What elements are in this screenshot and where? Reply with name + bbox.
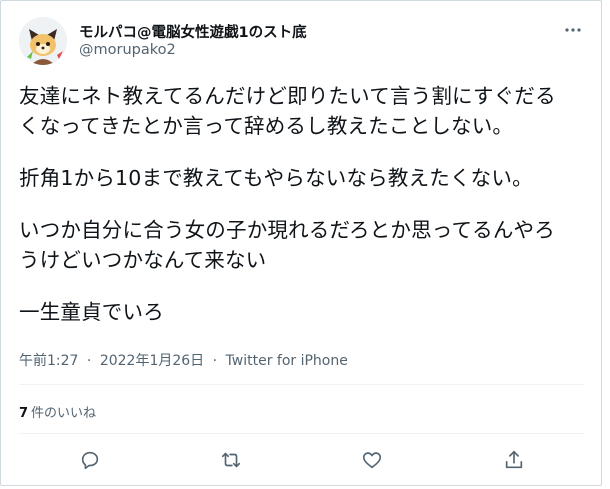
meta-separator: · <box>86 353 92 369</box>
avatar-image <box>19 17 67 65</box>
tweet-text: 友達にネト教えてるんだけど即りたいて言う割にすぐだる くなってきたとか言って辞め… <box>19 81 584 327</box>
tweet-header: モルパコ@電脳女性遊戯1のスト底 @morupako2 <box>19 15 584 65</box>
tweet-text-line: 友達にネト教えてるんだけど即りたいて言う割にすぐだる <box>19 84 556 108</box>
divider <box>19 384 584 385</box>
reply-icon[interactable] <box>77 447 103 473</box>
tweet-text-line: くなってきたとか言って辞めるし教えたことしない。 <box>19 114 514 138</box>
tweet-text-line: うけどいつかなんて来ない <box>19 248 267 272</box>
tweet-text-line: 折角1から10まで教えてもやらないなら教えたくない。 <box>19 166 533 190</box>
share-icon[interactable] <box>501 447 527 473</box>
tweet-meta: 午前1:27 · 2022年1月26日 · Twitter for iPhone <box>19 350 348 370</box>
action-bar <box>1 447 603 477</box>
tweet-text-line: いつか自分に合う女の子か現れるだろとか思ってるんやろ <box>19 218 555 242</box>
retweet-icon[interactable] <box>218 447 244 473</box>
tweet-time[interactable]: 午前1:27 <box>19 353 78 369</box>
likes-summary[interactable]: 7 件のいいね <box>19 402 96 421</box>
tweet-text-blank <box>19 275 584 297</box>
tweet-text-blank <box>19 193 584 215</box>
tweet-date[interactable]: 2022年1月26日 <box>100 353 204 369</box>
display-name[interactable]: モルパコ@電脳女性遊戯1のスト底 <box>79 21 307 42</box>
user-handle[interactable]: @morupako2 <box>79 42 176 58</box>
divider <box>19 433 584 434</box>
tweet-text-line: 一生童貞でいろ <box>19 300 164 324</box>
heart-icon[interactable] <box>359 447 385 473</box>
tweet-card: モルパコ@電脳女性遊戯1のスト底 @morupako2 友達にネト教えてるんだけ… <box>0 0 602 486</box>
likes-count: 7 <box>19 406 29 421</box>
avatar[interactable] <box>19 17 67 65</box>
meta-separator: · <box>212 353 218 369</box>
tweet-source[interactable]: Twitter for iPhone <box>226 353 348 369</box>
more-icon[interactable] <box>562 19 584 41</box>
tweet-text-blank <box>19 141 584 163</box>
likes-label: 件のいいね <box>31 406 97 421</box>
